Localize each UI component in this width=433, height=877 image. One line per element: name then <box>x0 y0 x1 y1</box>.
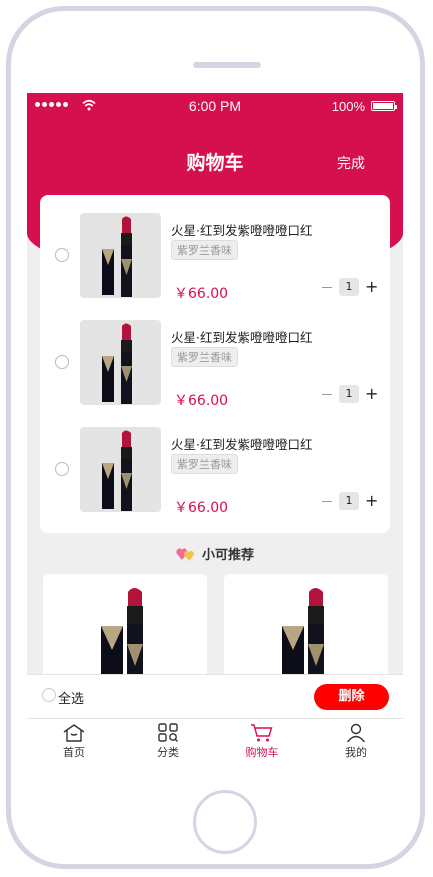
tab-bar: 首页 分类 购物车 我的 <box>27 718 403 761</box>
user-icon <box>346 723 366 743</box>
done-button[interactable]: 完成 <box>337 153 365 173</box>
quantity-decrease-button[interactable] <box>321 386 333 402</box>
lipstick-image <box>102 430 132 511</box>
item-checkbox[interactable] <box>55 462 69 476</box>
item-variant-tag: 紫罗兰香味 <box>171 454 238 474</box>
cart-icon <box>251 724 273 742</box>
battery-percent: 100% <box>331 99 365 114</box>
product-image[interactable] <box>80 320 161 405</box>
status-bar: 6:00 PM 100% <box>27 93 403 119</box>
home-icon <box>63 724 85 742</box>
select-all-checkbox[interactable] <box>42 688 56 702</box>
lipstick-image <box>102 216 132 297</box>
hearts-icon <box>176 548 194 561</box>
cart-item: 火星·红到发紫噔噔噔口红 紫罗兰香味 ￥66.00 1 + <box>40 310 390 410</box>
quantity-increase-button[interactable]: + <box>365 493 378 509</box>
checkout-bar: 全选 删除 <box>27 674 403 719</box>
item-variant-tag: 紫罗兰香味 <box>171 240 238 260</box>
category-icon <box>158 723 178 742</box>
item-price: ￥66.00 <box>174 500 229 516</box>
phone-home-button[interactable] <box>193 790 257 854</box>
cart-item: 火星·红到发紫噔噔噔口红 紫罗兰香味 ￥66.00 1 + <box>40 417 390 517</box>
tab-label: 分类 <box>157 746 179 759</box>
cart-item: 火星·红到发紫噔噔噔口红 紫罗兰香味 ￥66.00 1 + <box>40 203 390 303</box>
item-title: 火星·红到发紫噔噔噔口红 <box>171 330 313 345</box>
item-title: 火星·红到发紫噔噔噔口红 <box>171 437 313 452</box>
tab-label: 首页 <box>63 746 85 759</box>
cart-list: 火星·红到发紫噔噔噔口红 紫罗兰香味 ￥66.00 1 + 火星·红到发紫噔噔噔… <box>40 195 390 533</box>
tab-home[interactable]: 首页 <box>27 719 121 761</box>
quantity-value[interactable]: 1 <box>339 492 359 510</box>
quantity-value[interactable]: 1 <box>339 385 359 403</box>
item-title: 火星·红到发紫噔噔噔口红 <box>171 223 313 238</box>
item-price: ￥66.00 <box>174 393 229 409</box>
recommend-title: 小可推荐 <box>201 548 254 563</box>
tab-label: 购物车 <box>245 746 279 759</box>
select-all-label[interactable]: 全选 <box>58 688 84 707</box>
item-checkbox[interactable] <box>55 355 69 369</box>
phone-speaker <box>193 62 261 68</box>
tab-mine[interactable]: 我的 <box>309 719 403 761</box>
item-checkbox[interactable] <box>55 248 69 262</box>
tab-label: 我的 <box>345 746 367 759</box>
product-image[interactable] <box>80 213 161 298</box>
quantity-increase-button[interactable]: + <box>365 279 378 295</box>
product-image[interactable] <box>80 427 161 512</box>
quantity-decrease-button[interactable] <box>321 279 333 295</box>
quantity-value[interactable]: 1 <box>339 278 359 296</box>
tab-category[interactable]: 分类 <box>121 719 215 761</box>
tab-cart[interactable]: 购物车 <box>215 719 309 761</box>
item-variant-tag: 紫罗兰香味 <box>171 347 238 367</box>
recommend-header: 小可推荐 <box>27 544 403 563</box>
app-screen: 6:00 PM 100% 购物车 完成 火星·红到发紫噔噔噔口红 紫罗兰香味 ￥… <box>27 93 403 761</box>
quantity-decrease-button[interactable] <box>321 493 333 509</box>
quantity-increase-button[interactable]: + <box>365 386 378 402</box>
battery-icon <box>371 101 397 111</box>
lipstick-image <box>102 323 132 404</box>
delete-button[interactable]: 删除 <box>314 684 389 710</box>
item-price: ￥66.00 <box>174 286 229 302</box>
